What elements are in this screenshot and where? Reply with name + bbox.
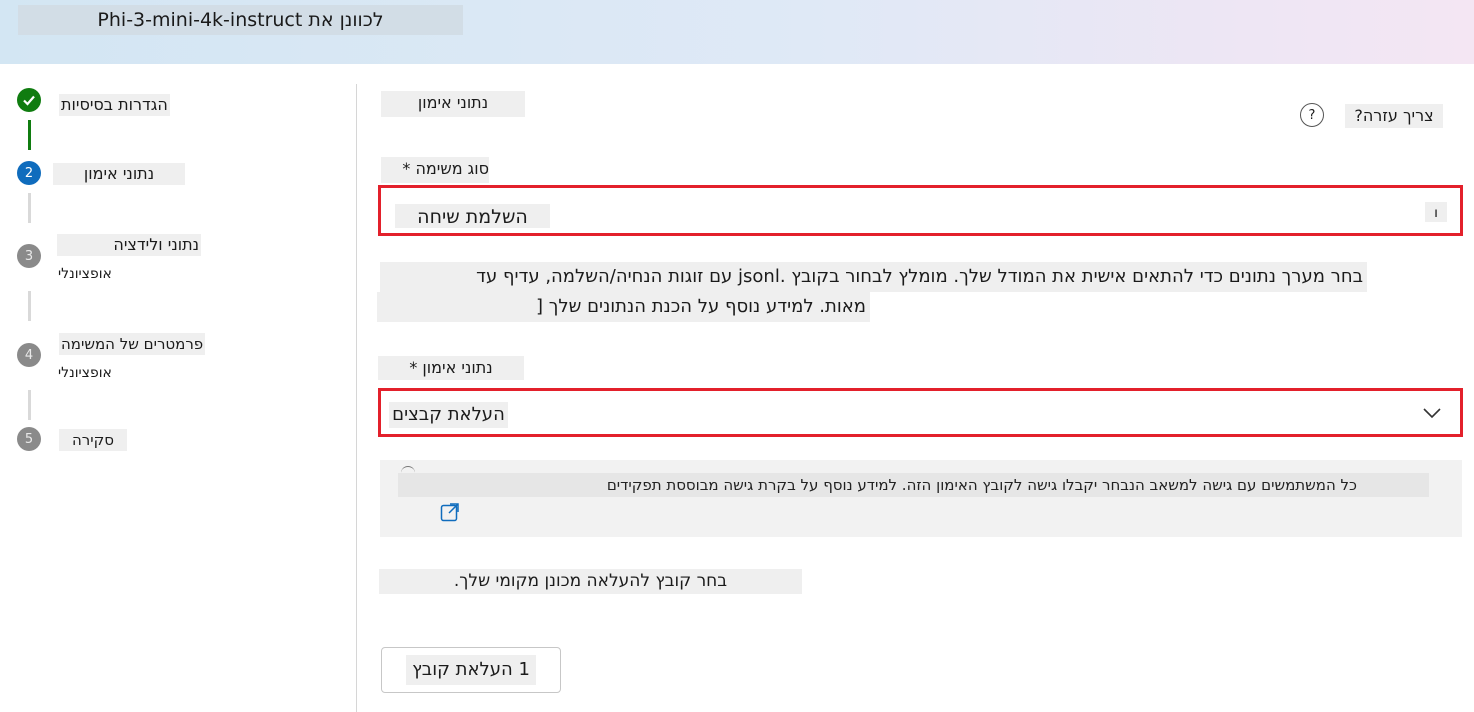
question-icon[interactable]: ? xyxy=(1300,103,1324,127)
step-connector xyxy=(28,193,31,223)
dropdown-indicator-icon[interactable]: ו xyxy=(1425,202,1447,222)
training-data-label: נתוני אימון * xyxy=(378,356,524,380)
external-link-icon[interactable] xyxy=(440,502,460,526)
step-5-number: 5 xyxy=(17,427,41,451)
training-data-dropdown[interactable]: העלאת קבצים xyxy=(378,388,1463,437)
step-2-label[interactable]: נתוני אימון xyxy=(53,163,185,185)
chevron-down-icon[interactable] xyxy=(1423,404,1441,423)
step-1-label[interactable]: הגדרות בסיסיות xyxy=(59,94,170,116)
section-title: נתוני אימון xyxy=(381,91,525,117)
info-message-bar xyxy=(380,460,1462,537)
step-connector xyxy=(28,120,31,150)
info-message-text: כל המשתמשים עם גישה למשאב הנבחר יקבלו גי… xyxy=(398,473,1429,497)
description-line-1: בחר מערך נתונים כדי להתאים אישית את המוד… xyxy=(380,262,1367,292)
upload-hint: בחר קובץ להעלאה מכונן מקומי שלך. xyxy=(379,569,802,594)
step-1-check-icon xyxy=(17,88,41,112)
step-4-optional: אופציונלי xyxy=(58,365,112,381)
page-title: Phi-3-mini-4k-instruct לכוונן את xyxy=(18,5,463,35)
step-3-optional: אופציונלי xyxy=(58,266,112,282)
step-connector xyxy=(28,291,31,321)
step-4-number: 4 xyxy=(17,343,41,367)
step-3-label[interactable]: נתוני ולידציה xyxy=(57,234,201,256)
description-line-2: מאות. למידע נוסף על הכנת הנתונים שלך [ xyxy=(377,292,870,322)
page-title-model: Phi-3-mini-4k-instruct xyxy=(97,9,303,31)
help-link[interactable]: ? xyxy=(1300,102,1324,128)
task-type-label: סוג משימה * xyxy=(381,157,489,183)
step-3-number: 3 xyxy=(17,244,41,268)
step-connector xyxy=(28,390,31,420)
step-2-number: 2 xyxy=(17,161,41,185)
upload-file-button[interactable]: 1 העלאת קובץ xyxy=(381,647,561,693)
pane-divider xyxy=(356,84,357,712)
step-5-label[interactable]: סקירה xyxy=(59,429,127,451)
top-header: Phi-3-mini-4k-instruct לכוונן את xyxy=(0,0,1474,64)
task-type-value: השלמת שיחה xyxy=(395,204,550,228)
step-4-label[interactable]: פרמטרים של המשימה xyxy=(59,333,206,355)
info-icon xyxy=(401,466,415,473)
help-text[interactable]: צריך עזרה? xyxy=(1345,104,1443,128)
page-title-text: לכוונן את xyxy=(308,9,384,31)
training-data-value: העלאת קבצים xyxy=(389,402,508,428)
upload-file-button-label: 1 העלאת קובץ xyxy=(406,655,536,685)
task-type-dropdown[interactable]: השלמת שיחה ו xyxy=(378,185,1463,236)
